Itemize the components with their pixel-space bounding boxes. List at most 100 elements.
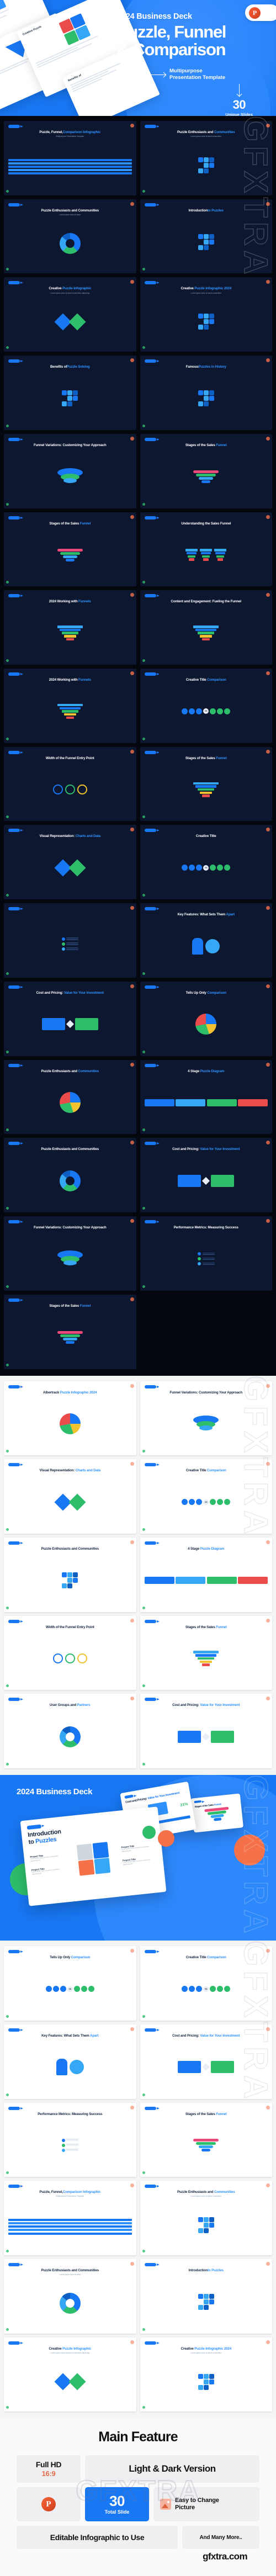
slide-thumbnail[interactable]: Creative Title Comparison VS [140, 1946, 272, 2021]
feature-total-label: Total Slide [104, 2509, 130, 2515]
slide-thumbnail[interactable]: Introductionto Puzzles [140, 199, 272, 274]
slide-artwork-funnel-steps [145, 605, 268, 661]
slide-thumbnail[interactable]: Visual Representation: Charts and Data [4, 1459, 136, 1534]
slide-thumbnail[interactable]: Puzzle Enthusiasts and Communities [4, 1138, 136, 1213]
slide-thumbnail[interactable]: Stages of the Sales Funnel [140, 433, 272, 508]
slide-title-plain: Puzzle Enthusiasts and Communities [41, 2268, 99, 2272]
slide-thumbnail[interactable]: FamousPuzzles in History [140, 356, 272, 430]
slide-thumbnail[interactable]: Key Features: What Sets Them Apart [140, 903, 272, 978]
decor-blob [142, 737, 145, 740]
slide-thumbnail[interactable]: Albertrack Puzzle Infographic 2024 [4, 1381, 136, 1456]
slide-thumbnail[interactable]: Cost and Pricing: Value for Your Investm… [140, 2024, 272, 2099]
decor-blob [142, 346, 145, 349]
slide-thumbnail[interactable]: Tells Up Only Comparison VS [4, 1946, 136, 2021]
slide-logo-icon [144, 750, 160, 754]
slide-thumbnail[interactable]: Puzzle Enthusiasts and Communities [4, 1537, 136, 1612]
slide-thumbnail[interactable]: Cost and Pricing: Value for Your Investm… [140, 1138, 272, 1213]
feature-grid: Full HD 16:9 Light & Dark Version P 30 T… [17, 2455, 259, 2550]
decor-blob [266, 1141, 270, 1145]
slide-thumbnail[interactable]: Puzzle Enthusiasts and Communities Lorem … [4, 2259, 136, 2334]
slide-thumbnail[interactable]: Content and Engagement: Fueling the Funn… [140, 590, 272, 665]
slide-thumbnail[interactable]: Key Features: What Sets Them Apart [4, 2024, 136, 2099]
slide-thumbnail[interactable]: Stages of the Sales Funnel [140, 1615, 272, 1690]
slide-thumbnail[interactable]: Funnel Variations: Customizing Your Appr… [140, 1381, 272, 1456]
slide-subtitle: Lorem ipsum dolor sit amet consectetur a… [50, 291, 90, 294]
slide-artwork-bars [8, 139, 132, 191]
slide-title-accent: Puzzle Infographic [62, 287, 92, 291]
decor-blob [130, 1384, 134, 1388]
slide-thumbnail[interactable]: Puzzle Enthusiasts and Communities [4, 1059, 136, 1135]
slide-thumbnail[interactable]: Stages of the Sales Funnel [4, 512, 136, 587]
slide-thumbnail[interactable]: Stages of the Sales Funnel [140, 2102, 272, 2177]
decor-blob [266, 1949, 270, 1953]
slide-logo-icon [144, 594, 160, 598]
decor-blob [266, 906, 270, 910]
decor-blob [6, 268, 9, 271]
slide-title: Understanding the Sales Funnel [145, 522, 268, 526]
slide-logo-icon [144, 281, 160, 285]
slide-thumbnail[interactable]: Performance Metrics: Measuring Success [4, 2102, 136, 2177]
slide-thumbnail[interactable]: 4 Stage Puzzle Diagram [140, 1537, 272, 1612]
decor-blob [266, 1219, 270, 1223]
slide-logo-icon [124, 1794, 134, 1799]
slide-thumbnail[interactable]: Width of the Funnel Entry Point [4, 746, 136, 821]
slide-thumbnail[interactable]: Creative Puzzle Infographic Lorem ipsum d… [4, 2337, 136, 2412]
slide-thumbnail[interactable]: Understanding the Sales Funnel [140, 512, 272, 587]
slide-title-accent: Funnel [216, 2112, 227, 2116]
slide-artwork-hex-row: VS [145, 1474, 268, 1530]
slide-artwork-funnel-rings [145, 449, 268, 505]
slide-thumbnail[interactable]: Benefits ofPuzzle Solving [4, 356, 136, 430]
slide-title-plain: Puzzle Enthusiasts and [177, 2190, 214, 2195]
image-icon [160, 2499, 171, 2510]
slide-thumbnail[interactable] [4, 903, 136, 978]
slide-title: Cost and Pricing: Value for Your Investm… [8, 991, 132, 995]
slide-thumbnail[interactable]: Width of the Funnel Entry Point [4, 1615, 136, 1690]
slide-artwork-cone [8, 1231, 132, 1287]
slide-thumbnail[interactable]: Cost and Pricing: Value for Your Investm… [140, 1694, 272, 1769]
decor-blob [266, 280, 270, 284]
mockup-item: Project Title Lorem ipsum dolor sit amet… [122, 1857, 151, 1866]
slide-title-plain: Stages of the Sales [185, 756, 216, 760]
slide-thumbnail[interactable]: 2024 Working with Funnels [4, 669, 136, 743]
slide-thumbnail[interactable]: Introductionto Puzzles [140, 2259, 272, 2334]
slide-artwork-funnel-steps [145, 1631, 268, 1687]
feature-total-number: 30 [109, 2493, 125, 2510]
slide-thumbnail[interactable]: Tells Up Only Comparison [140, 981, 272, 1056]
decor-blob [142, 1606, 145, 1609]
slide-logo-icon [8, 1619, 23, 1623]
slide-thumbnail[interactable]: 2024 Working with Funnels [4, 590, 136, 665]
slide-thumbnail[interactable]: Puzzle, Funnel,Comparison Infographic Mul… [4, 2181, 136, 2255]
slide-thumbnail[interactable]: Puzzle Enthusiasts and Communities Lorem … [140, 121, 272, 195]
slide-thumbnail[interactable]: Stages of the Sales Funnel [4, 1294, 136, 1369]
slide-logo-icon [8, 516, 23, 520]
slide-thumbnail[interactable]: Creative Title Comparison VS [140, 669, 272, 743]
slide-title: Puzzle Enthusiasts and Communities [145, 130, 268, 134]
slide-thumbnail[interactable]: Performance Metrics: Measuring Success [140, 1216, 272, 1291]
slide-thumbnail[interactable]: Creative Title VS [140, 825, 272, 900]
slide-thumbnail[interactable]: Stages of the Sales Funnel [140, 746, 272, 821]
slide-thumbnail[interactable]: Visual Representation: Charts and Data [4, 825, 136, 900]
slide-thumbnail[interactable]: Funnel Variations: Customizing Your Appr… [4, 433, 136, 508]
slide-artwork-puzzle-figure [145, 214, 268, 270]
slide-thumbnail[interactable]: Creative Puzzle Infographic 2024 Lorem ip… [140, 2337, 272, 2412]
slide-thumbnail[interactable]: Cost and Pricing: Value for Your Investm… [4, 981, 136, 1056]
mockup-slide-c: Stages of the Sales Funnel [190, 1793, 243, 1833]
slide-title-plain: Funnel Variations: Customizing Your Appr… [34, 443, 107, 447]
slide-thumbnail[interactable]: User Groups and Partners [4, 1694, 136, 1769]
decor-blob [142, 2015, 145, 2018]
slide-thumbnail[interactable]: Creative Title Comparison VS [140, 1459, 272, 1534]
slide-thumbnail[interactable]: Creative Puzzle Infographic Lorem ipsum d… [4, 277, 136, 352]
decor-blob [130, 1697, 134, 1701]
slide-logo-icon [8, 2028, 23, 2032]
slide-thumbnail[interactable]: Puzzle, Funnel,Comparison Infographic Mul… [4, 121, 136, 195]
slide-artwork-funnel-rings [8, 527, 132, 583]
slide-thumbnail[interactable]: Funnel Variations: Customizing Your Appr… [4, 1216, 136, 1291]
slide-thumbnail[interactable]: Puzzle Enthusiasts and Communities Lorem … [4, 199, 136, 274]
slide-thumbnail[interactable]: Creative Puzzle Infographic 2024 Lorem ip… [140, 277, 272, 352]
hero-subtitle-line2: Presentation Template [169, 75, 226, 81]
slide-thumbnail[interactable]: 4 Stage Puzzle Diagram [140, 1059, 272, 1135]
slide-title-accent: Funnel [216, 756, 227, 760]
slide-title-plain: Creative Title [185, 1469, 208, 1473]
decor-blob [266, 749, 270, 754]
slide-thumbnail[interactable]: Puzzle Enthusiasts and Communities Lorem … [140, 2181, 272, 2255]
